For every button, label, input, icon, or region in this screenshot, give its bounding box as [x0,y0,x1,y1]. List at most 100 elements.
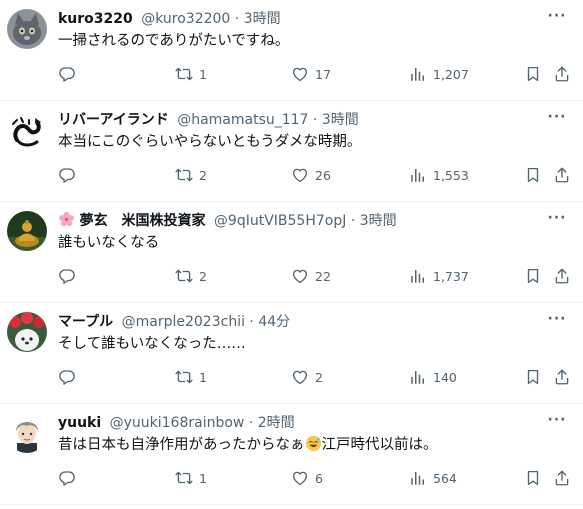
timestamp[interactable]: 44分 [258,314,290,330]
like-button[interactable]: 2 [291,367,323,387]
view-count: 564 [433,470,457,486]
reply-button[interactable] [58,64,82,84]
reply-feed: kuro3220 @kuro32200 · 3時間 ··· 一掃されるのでありが… [0,0,583,509]
share-icon [553,166,571,184]
reply-button[interactable] [58,367,82,387]
views-button[interactable]: 1,207 [409,64,469,84]
share-icon [553,469,571,487]
display-name[interactable]: 夢玄 米国株投資家 [79,213,205,229]
bar-chart-icon [409,267,427,285]
retweet-button[interactable]: 2 [175,165,207,185]
reply-tweet[interactable]: yuuki @yuuki168rainbow · 2時間 ··· 昔は日本も自浄… [0,404,583,505]
separator-dot: · [249,314,254,330]
display-name[interactable]: kuro3220 [58,11,133,27]
tweet-text-part: 昔は日本も自浄作用があったからなぁ [58,437,305,453]
bar-chart-icon [409,166,427,184]
bookmark-button[interactable] [524,367,542,387]
like-count: 17 [315,66,331,82]
view-count: 1,553 [433,167,469,183]
views-button[interactable]: 1,737 [409,266,469,286]
like-count: 26 [315,167,331,183]
bookmark-button[interactable] [524,468,542,488]
reply-tweet[interactable]: マープル @marple2023chii · 44分 ··· そして誰もいなくな… [0,303,583,404]
retweet-button[interactable]: 1 [175,468,207,488]
share-icon [553,65,571,83]
share-button[interactable] [553,367,571,387]
reply-tweet[interactable]: リバーアイランド @hamamatsu_117 · 3時間 ··· 本当にこのぐ… [0,101,583,202]
display-name[interactable]: yuuki [58,415,101,431]
tweet-text: そして誰もいなくなった…… [58,336,246,352]
reply-button[interactable] [58,266,82,286]
bar-chart-icon [409,469,427,487]
share-button[interactable] [553,468,571,488]
reply-tweet[interactable]: 夢玄 米国株投資家 @9qIutVIB55H7opJ · 3時間 ··· 誰もい… [0,202,583,303]
more-options-icon[interactable]: ··· [547,9,567,29]
view-count: 140 [433,369,457,385]
heart-icon [291,267,309,285]
buddha-statue-avatar[interactable] [7,211,47,251]
bookmark-icon [524,65,542,83]
views-button[interactable]: 1,553 [409,165,469,185]
action-bar: 1 6 564 [0,468,583,488]
bookmark-icon [524,166,542,184]
retweet-icon [175,368,193,386]
bookmark-button[interactable] [524,64,542,84]
cat-avatar[interactable] [7,9,47,49]
tweet-header: yuuki @yuuki168rainbow · 2時間 [58,413,539,433]
retweet-button[interactable]: 2 [175,266,207,286]
reply-icon [58,469,76,487]
views-button[interactable]: 564 [409,468,457,488]
share-button[interactable] [553,64,571,84]
views-button[interactable]: 140 [409,367,457,387]
separator-dot: · [234,11,240,27]
like-button[interactable]: 17 [291,64,331,84]
reply-tweet[interactable]: kuro3220 @kuro32200 · 3時間 ··· 一掃されるのでありが… [0,0,583,101]
separator-dot: · [350,213,356,229]
dog-with-flowers-avatar[interactable] [7,312,47,352]
user-handle[interactable]: @kuro32200 [141,11,230,27]
retweet-button[interactable]: 1 [175,367,207,387]
timestamp[interactable]: 3時間 [244,11,281,27]
more-options-icon[interactable]: ··· [547,211,567,231]
bookmark-button[interactable] [524,165,542,185]
like-count: 2 [315,369,323,385]
user-handle[interactable]: @9qIutVIB55H7opJ [214,213,346,229]
action-bar: 2 22 1,737 [0,266,583,286]
more-options-icon[interactable]: ··· [547,413,567,433]
cherry-blossom-icon [59,211,74,227]
user-handle[interactable]: @marple2023chii [122,314,245,330]
display-name[interactable]: リバーアイランド [58,112,169,128]
tweet-header: リバーアイランド @hamamatsu_117 · 3時間 [58,110,539,130]
retweet-icon [175,267,193,285]
anime-boy-avatar[interactable] [7,413,47,453]
timestamp[interactable]: 2時間 [258,415,295,431]
like-button[interactable]: 26 [291,165,331,185]
share-icon [553,267,571,285]
reply-button[interactable] [58,468,82,488]
share-button[interactable] [553,165,571,185]
retweet-count: 1 [199,369,207,385]
retweet-button[interactable]: 1 [175,64,207,84]
timestamp[interactable]: 3時間 [322,112,359,128]
heart-icon [291,368,309,386]
user-handle[interactable]: @hamamatsu_117 [177,112,308,128]
reply-icon [58,368,76,386]
reply-icon [58,65,76,83]
action-bar: 1 17 1,207 [0,64,583,84]
tweet-text: 誰もいなくなる [58,235,160,251]
display-name[interactable]: マープル [58,314,113,330]
reply-button[interactable] [58,165,82,185]
tweet-header: 夢玄 米国株投資家 @9qIutVIB55H7opJ · 3時間 [58,211,539,231]
like-button[interactable]: 6 [291,468,323,488]
bookmark-button[interactable] [524,266,542,286]
user-handle[interactable]: @yuuki168rainbow [110,415,245,431]
tweet-text: 昔は日本も自浄作用があったからなぁ 江戸時代以前は。 [58,435,563,455]
view-count: 1,207 [433,66,469,82]
timestamp[interactable]: 3時間 [360,213,397,229]
more-options-icon[interactable]: ··· [547,312,567,332]
dragon-avatar[interactable] [7,110,47,150]
more-options-icon[interactable]: ··· [547,110,567,130]
like-button[interactable]: 22 [291,266,331,286]
share-button[interactable] [553,266,571,286]
like-count: 6 [315,470,323,486]
